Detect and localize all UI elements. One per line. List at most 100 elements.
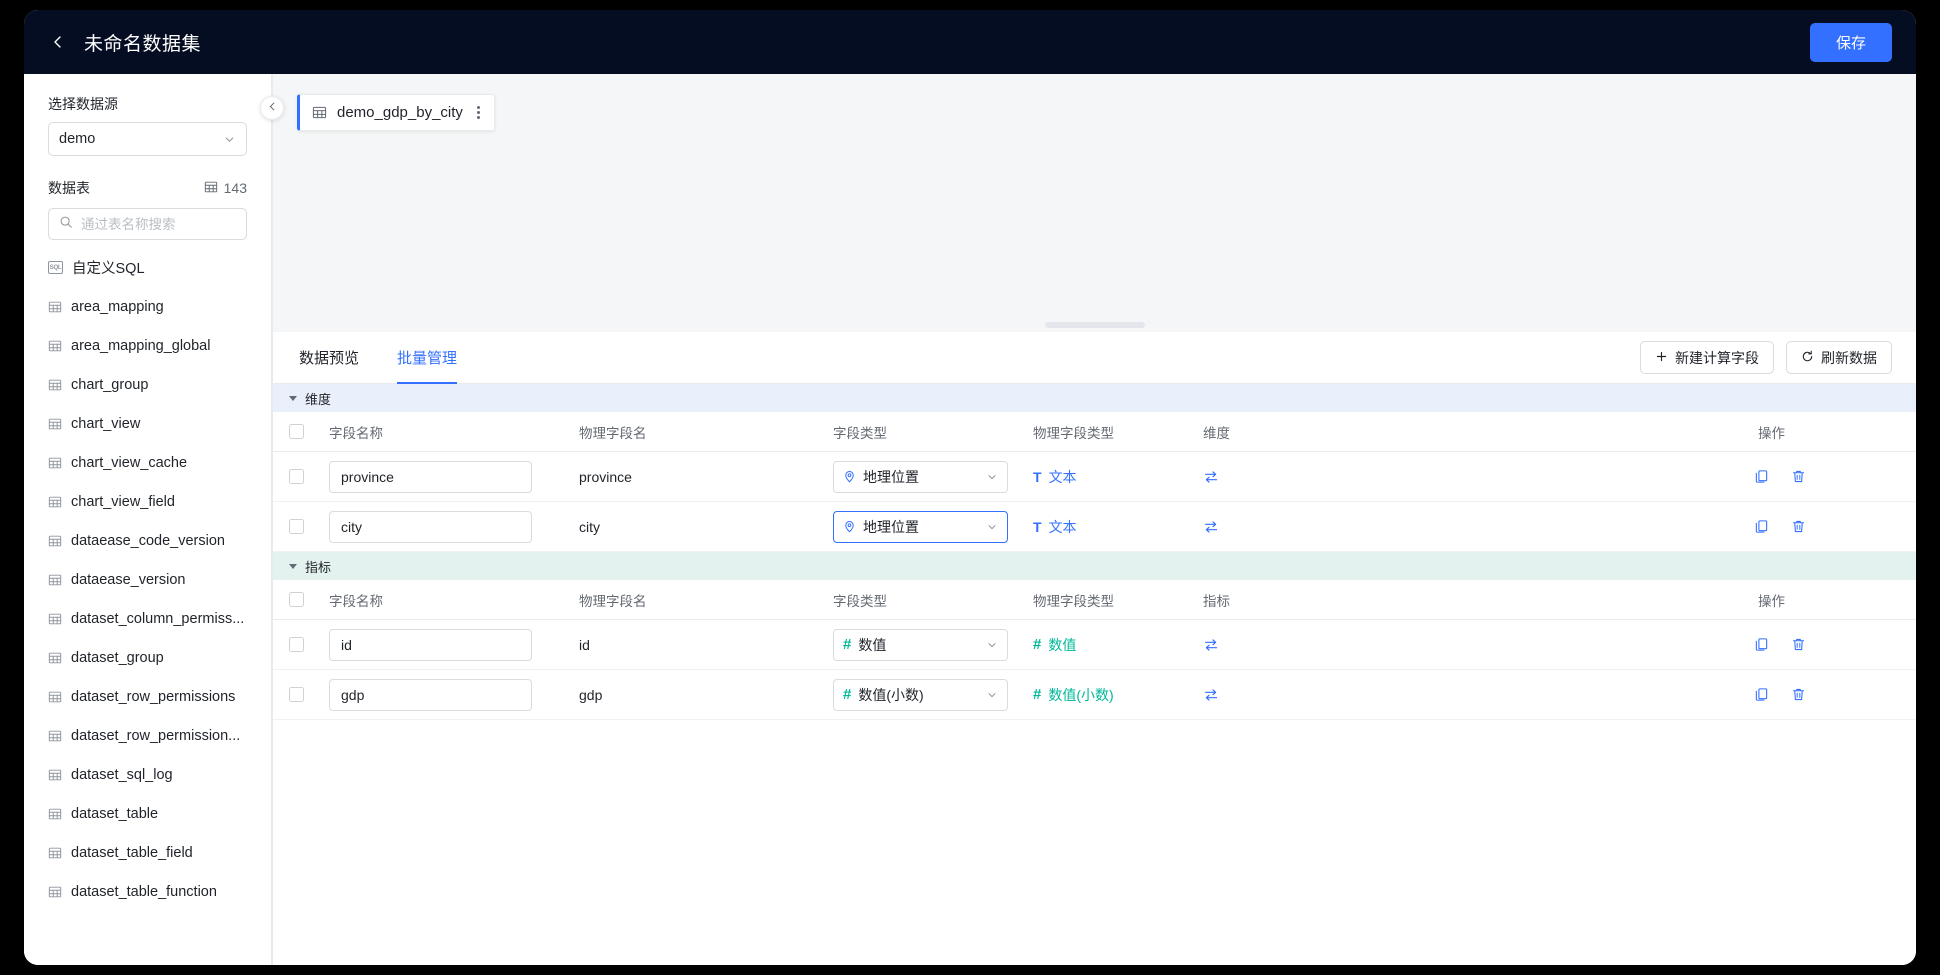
list-item[interactable]: chart_view_field [24,482,271,521]
chevron-down-icon[interactable] [289,564,297,569]
new-calc-field-button[interactable]: 新建计算字段 [1640,341,1774,374]
field-type-cell[interactable]: # 数值(小数) [833,679,1033,711]
row-checkbox[interactable] [289,519,304,534]
list-item[interactable]: dataset_table_field [24,833,271,872]
chevron-down-icon [986,521,998,533]
datasource-select[interactable]: demo [48,122,247,156]
table-icon [48,456,62,470]
table-icon [48,612,62,626]
field-name-cell[interactable] [329,511,579,543]
delete-icon[interactable] [1791,469,1806,484]
switch-to-dimension-icon[interactable] [1203,637,1736,653]
select-all-checkbox[interactable] [289,424,304,439]
datasource-select-value: demo [59,131,223,147]
chevron-down-icon [986,689,998,701]
row-actions [1736,469,1916,484]
row-checkbox-cell[interactable] [289,637,329,652]
field-name-input[interactable] [329,629,532,661]
list-item-label: dataset_sql_log [71,767,173,783]
group-header-measure[interactable]: 指标 [273,552,1916,580]
list-item[interactable]: dataset_table_function [24,872,271,911]
list-item-label: chart_group [71,377,148,393]
copy-icon[interactable] [1754,519,1769,534]
physical-type-cell: T 文本 [1033,467,1203,487]
field-name-input[interactable] [329,679,532,711]
search-input[interactable] [81,217,258,232]
refresh-data-button[interactable]: 刷新数据 [1786,341,1892,374]
table-search-box[interactable] [48,208,247,240]
back-button[interactable] [44,28,72,56]
measure-toggle-cell[interactable] [1203,687,1736,703]
col-physical-name: 物理字段名 [579,590,833,610]
select-all-checkbox-cell[interactable] [289,592,329,607]
field-type-cell[interactable]: 地理位置 [833,511,1033,543]
select-all-checkbox-cell[interactable] [289,424,329,439]
list-item-label: dataset_group [71,650,164,666]
row-checkbox-cell[interactable] [289,519,329,534]
switch-to-measure-icon[interactable] [1203,469,1736,485]
save-button[interactable]: 保存 [1810,23,1892,62]
copy-icon[interactable] [1754,687,1769,702]
tab-data-preview[interactable]: 数据预览 [299,332,359,383]
chevron-left-icon [50,34,66,50]
delete-icon[interactable] [1791,637,1806,652]
field-name-input[interactable] [329,511,532,543]
table-node-card[interactable]: demo_gdp_by_city [297,94,495,131]
list-item[interactable]: chart_group [24,365,271,404]
group-header-dimension[interactable]: 维度 [273,384,1916,412]
list-item-label: dataease_code_version [71,533,225,549]
table-icon [312,105,327,120]
field-type-select[interactable]: # 数值 [833,629,1008,661]
row-checkbox[interactable] [289,687,304,702]
chevron-down-icon[interactable] [289,396,297,401]
list-item-custom-sql[interactable]: SQL 自定义SQL [24,248,271,287]
measure-toggle-cell[interactable] [1203,637,1736,653]
field-type-select[interactable]: 地理位置 [833,511,1008,543]
tab-batch-manage[interactable]: 批量管理 [397,332,457,383]
list-item[interactable]: dataset_row_permissions [24,677,271,716]
list-item[interactable]: dataset_column_permiss... [24,599,271,638]
select-all-checkbox[interactable] [289,592,304,607]
list-item[interactable]: area_mapping [24,287,271,326]
physical-type-value: 数值 [1048,635,1076,655]
list-item[interactable]: dataset_row_permission... [24,716,271,755]
field-name-cell[interactable] [329,629,579,661]
list-item[interactable]: area_mapping_global [24,326,271,365]
row-checkbox[interactable] [289,469,304,484]
list-item[interactable]: dataset_table [24,794,271,833]
table-icon [48,573,62,587]
list-item[interactable]: dataease_code_version [24,521,271,560]
panel-resize-handle[interactable] [273,322,1916,328]
number-type-icon: # [1033,686,1041,703]
field-name-input[interactable] [329,461,532,493]
list-item[interactable]: dataset_sql_log [24,755,271,794]
col-group-dimension: 维度 [1203,422,1736,442]
copy-icon[interactable] [1754,469,1769,484]
list-item[interactable]: dataease_version [24,560,271,599]
delete-icon[interactable] [1791,519,1806,534]
row-checkbox-cell[interactable] [289,469,329,484]
list-item[interactable]: dataset_group [24,638,271,677]
row-checkbox[interactable] [289,637,304,652]
delete-icon[interactable] [1791,687,1806,702]
tab-bar: 数据预览 批量管理 新建计算字段 刷新数据 [273,332,1916,384]
switch-to-dimension-icon[interactable] [1203,687,1736,703]
col-physical-name: 物理字段名 [579,422,833,442]
list-item[interactable]: chart_view_cache [24,443,271,482]
dimension-toggle-cell[interactable] [1203,469,1736,485]
copy-icon[interactable] [1754,637,1769,652]
switch-to-measure-icon[interactable] [1203,519,1736,535]
list-item[interactable]: chart_view [24,404,271,443]
field-name-cell[interactable] [329,461,579,493]
field-type-cell[interactable]: 地理位置 [833,461,1033,493]
dimension-toggle-cell[interactable] [1203,519,1736,535]
field-type-cell[interactable]: # 数值 [833,629,1033,661]
sidebar-collapse-button[interactable] [260,96,284,120]
table-list[interactable]: SQL 自定义SQL area_mapping area_mapping_glo… [24,248,271,957]
field-type-select[interactable]: 地理位置 [833,461,1008,493]
field-name-cell[interactable] [329,679,579,711]
field-type-select[interactable]: # 数值(小数) [833,679,1008,711]
row-checkbox-cell[interactable] [289,687,329,702]
list-item-label: dataease_version [71,572,185,588]
more-options-icon[interactable] [477,106,480,119]
